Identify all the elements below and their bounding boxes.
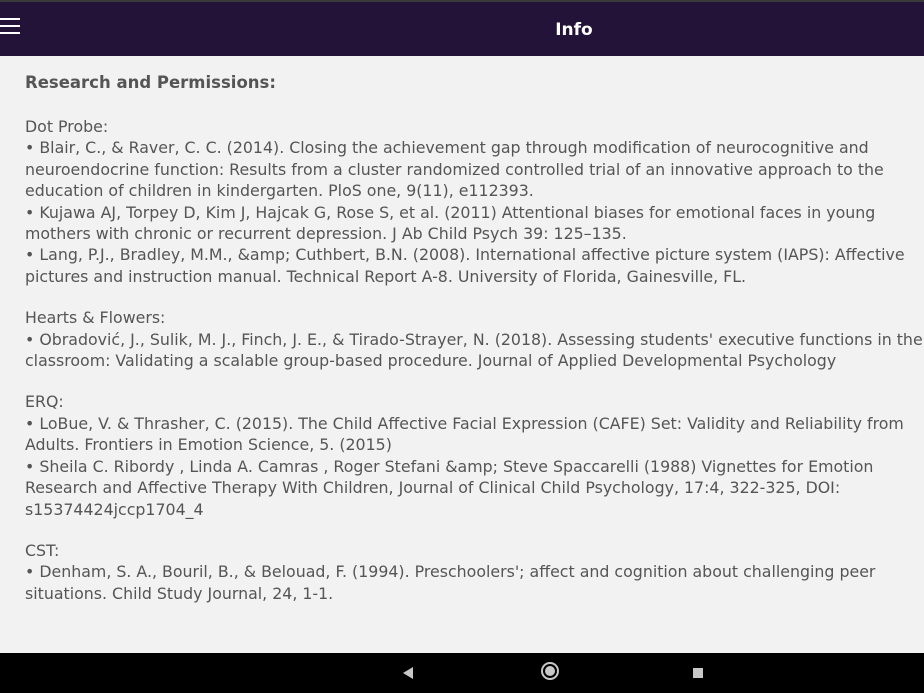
research-heading: Research and Permissions: (25, 73, 276, 92)
back-triangle-icon[interactable] (403, 667, 413, 679)
reference-line: s15374424jccp1704_4 (25, 499, 204, 519)
recent-apps-square-icon[interactable] (693, 668, 703, 678)
section-erq: ERQ: • LoBue, V. & Thrasher, C. (2015). … (25, 391, 924, 519)
reference-line: Adults. Frontiers in Emotion Science, 5.… (25, 435, 392, 455)
reference-line: • Denham, S. A., Bouril, B., & Belouad, … (25, 562, 876, 582)
reference-item: • LoBue, V. & Thrasher, C. (2015). The C… (25, 413, 924, 456)
reference-line: situations. Child Study Journal, 24, 1-1… (25, 583, 334, 603)
reference-line: • Lang, P.J., Bradley, M.M., &amp; Cuthb… (25, 245, 905, 265)
section-dot-probe: Dot Probe: • Blair, C., & Raver, C. C. (… (25, 116, 924, 287)
reference-item: • Blair, C., & Raver, C. C. (2014). Clos… (25, 137, 924, 201)
system-nav-bar (0, 653, 924, 693)
section-title: Hearts & Flowers: (25, 308, 166, 328)
reference-line: • Obradović, J., Sulik, M. J., Finch, J.… (25, 329, 923, 349)
reference-item: • Kujawa AJ, Torpey D, Kim J, Hajcak G, … (25, 202, 924, 245)
reference-item: • Obradović, J., Sulik, M. J., Finch, J.… (25, 329, 924, 372)
reference-line: education of children in kindergarten. P… (25, 181, 534, 201)
page-title: Info (555, 20, 593, 40)
section-title: Dot Probe: (25, 117, 109, 136)
reference-line: Research and Affective Therapy With Chil… (25, 478, 841, 498)
reference-line: neuroendocrine function: Results from a … (25, 159, 884, 179)
reference-line: mothers with chronic or recurrent depres… (25, 224, 627, 244)
info-content[interactable]: Research and Permissions: Dot Probe: • B… (25, 70, 924, 648)
section-hearts-flowers: Hearts & Flowers: • Obradović, J., Sulik… (25, 307, 924, 371)
reference-line: • LoBue, V. & Thrasher, C. (2015). The C… (25, 413, 904, 433)
reference-item: • Lang, P.J., Bradley, M.M., &amp; Cuthb… (25, 244, 924, 287)
section-title: ERQ: (25, 392, 64, 412)
reference-line: • Sheila C. Ribordy , Linda A. Camras , … (25, 456, 874, 476)
reference-line: classroom: Validating a scalable group-b… (25, 351, 837, 371)
reference-line: pictures and instruction manual. Technic… (25, 266, 747, 286)
reference-line: • Blair, C., & Raver, C. C. (2014). Clos… (25, 138, 869, 158)
section-title: CST: (25, 540, 60, 560)
home-circle-icon[interactable] (545, 666, 555, 676)
reference-item: • Denham, S. A., Bouril, B., & Belouad, … (25, 561, 924, 604)
reference-item: • Sheila C. Ribordy , Linda A. Camras , … (25, 456, 924, 520)
reference-line: • Kujawa AJ, Torpey D, Kim J, Hajcak G, … (25, 202, 876, 222)
app-bar: Info (0, 0, 924, 56)
section-cst: CST: • Denham, S. A., Bouril, B., & Belo… (25, 540, 924, 604)
